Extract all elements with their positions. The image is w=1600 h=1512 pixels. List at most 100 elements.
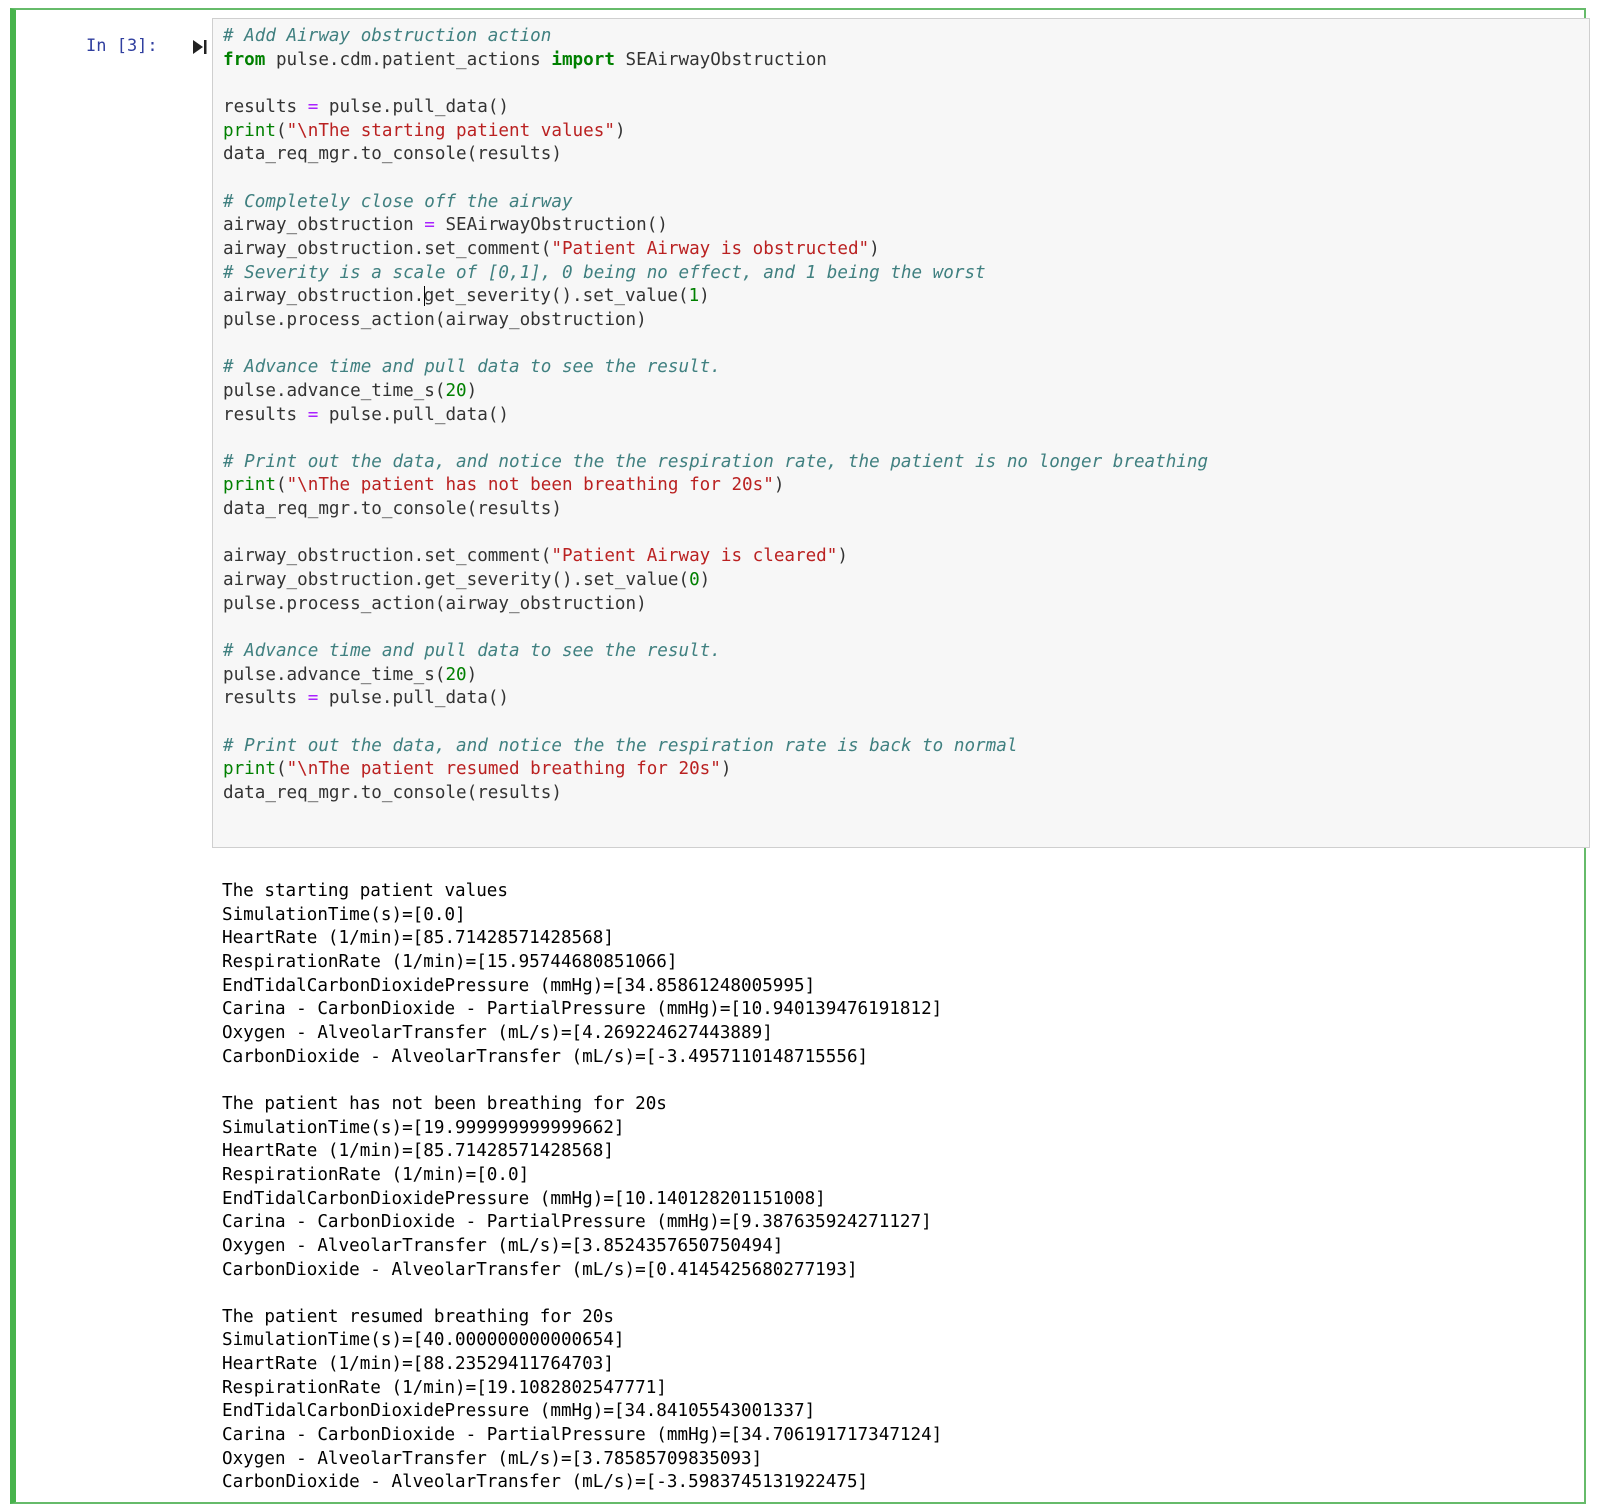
code-token: data_req_mgr.to_console(results) [223, 499, 562, 520]
code-line[interactable]: airway_obstruction = SEAirwayObstruction… [223, 214, 1208, 238]
code-token: pulse.pull_data() [318, 404, 510, 425]
code-token: pulse.process_action(airway_obstruction) [223, 309, 647, 330]
code-line[interactable]: pulse.process_action(airway_obstruction) [223, 309, 1208, 333]
code-line[interactable]: from pulse.cdm.patient_actions import SE… [223, 49, 1208, 73]
code-token: ) [773, 475, 785, 496]
code-token: pulse.advance_time_s( [223, 380, 446, 401]
code-token: ) [699, 286, 710, 307]
output-line: Oxygen - AlveolarTransfer (mL/s)=[3.8524… [222, 1235, 784, 1256]
code-token: pulse.cdm.patient_actions [265, 49, 552, 70]
code-token: # Add Airway obstruction action [223, 26, 552, 46]
code-line[interactable]: # Print out the data, and notice the the… [223, 451, 1208, 475]
code-line[interactable]: # Advance time and pull data to see the … [223, 640, 1208, 664]
output-blank-line [222, 1069, 942, 1093]
code-token: ) [869, 238, 880, 259]
code-token: ( [275, 475, 287, 496]
code-token: airway_obstruction [223, 215, 425, 236]
code-line[interactable]: pulse.advance_time_s(20) [223, 380, 1208, 404]
code-token: "Patient Airway is cleared" [551, 546, 838, 567]
code-line[interactable]: airway_obstruction.get_severity().set_va… [223, 285, 1208, 309]
output-line: The patient has not been breathing for 2… [222, 1093, 667, 1114]
code-line[interactable] [223, 167, 1208, 191]
code-token: results [223, 688, 308, 709]
code-token: SEAirwayObstruction() [434, 215, 668, 236]
code-line[interactable]: # Completely close off the airway [223, 191, 1208, 215]
code-token: = [307, 688, 319, 709]
code-token: results [223, 96, 308, 117]
output-line: The starting patient values [222, 881, 508, 901]
code-token: 20 [445, 664, 467, 685]
code-token: ( [275, 120, 287, 141]
run-cell-icon[interactable] [192, 38, 208, 56]
code-line[interactable] [223, 427, 1208, 451]
code-token: ) [837, 546, 848, 567]
code-line[interactable] [223, 72, 1208, 96]
code-token: = [307, 96, 319, 117]
code-token: print [223, 759, 276, 780]
output-line: SimulationTime(s)=[0.0] [222, 904, 466, 925]
output-line: HeartRate (1/min)=[88.23529411764703] [222, 1354, 614, 1375]
output-line: RespirationRate (1/min)=[0.0] [222, 1164, 530, 1185]
code-token: # Severity is a scale of [0,1], 0 being … [223, 262, 986, 283]
code-line[interactable] [223, 711, 1208, 735]
output-line: CarbonDioxide - AlveolarTransfer (mL/s)=… [222, 1472, 869, 1493]
code-line[interactable]: data_req_mgr.to_console(results) [223, 782, 1208, 806]
code-line[interactable]: pulse.process_action(airway_obstruction) [223, 593, 1208, 617]
code-token: pulse.pull_data() [318, 96, 510, 117]
code-line[interactable]: # Advance time and pull data to see the … [223, 356, 1208, 380]
code-token: ) [466, 380, 478, 401]
code-token: "\nThe patient resumed breathing for 20s… [286, 759, 721, 780]
cell-output: The starting patient values SimulationTim… [222, 880, 942, 1495]
code-line[interactable]: airway_obstruction.set_comment("Patient … [223, 545, 1208, 569]
output-line: EndTidalCarbonDioxidePressure (mmHg)=[34… [222, 1401, 816, 1422]
output-line: Oxygen - AlveolarTransfer (mL/s)=[4.2692… [222, 1022, 773, 1043]
code-token: # Print out the data, and notice the the… [223, 735, 1018, 756]
code-token: airway_obstruction.get_severity().set_va… [223, 570, 690, 591]
output-line: EndTidalCarbonDioxidePressure (mmHg)=[10… [222, 1188, 826, 1209]
code-token: airway_obstruction. [223, 286, 425, 307]
code-token: data_req_mgr.to_console(results) [223, 144, 562, 165]
code-editor[interactable]: # Add Airway obstruction action from puls… [212, 18, 1590, 848]
code-line[interactable]: print("\nThe starting patient values") [223, 120, 1208, 144]
output-line: The patient resumed breathing for 20s [222, 1306, 614, 1327]
code-line[interactable]: results = pulse.pull_data() [223, 404, 1208, 428]
code-line[interactable]: # Severity is a scale of [0,1], 0 being … [223, 262, 1208, 286]
code-token: "\nThe starting patient values" [286, 120, 615, 141]
code-line[interactable]: data_req_mgr.to_console(results) [223, 498, 1208, 522]
output-line: Carina - CarbonDioxide - PartialPressure… [222, 999, 943, 1020]
code-line[interactable] [223, 616, 1208, 640]
code-token: results [223, 404, 308, 425]
code-token: pulse.process_action(airway_obstruction) [223, 593, 647, 614]
output-line: SimulationTime(s)=[19.999999999999662] [222, 1117, 625, 1138]
code-token: # Completely close off the airway [223, 191, 573, 212]
code-token: = [307, 404, 319, 425]
output-line: Oxygen - AlveolarTransfer (mL/s)=[3.7858… [222, 1448, 763, 1469]
code-line[interactable]: pulse.advance_time_s(20) [223, 664, 1208, 688]
code-line[interactable]: print("\nThe patient has not been breath… [223, 474, 1208, 498]
code-token: get_severity().set_value( [423, 286, 689, 307]
code-token: print [223, 475, 276, 496]
code-token: from [223, 49, 266, 70]
code-token: # Advance time and pull data to see the … [223, 641, 721, 662]
code-line[interactable]: results = pulse.pull_data() [223, 96, 1208, 120]
code-line[interactable]: # Print out the data, and notice the the… [223, 735, 1208, 759]
code-token: 1 [688, 286, 700, 307]
code-line[interactable] [223, 522, 1208, 546]
code-token: ( [275, 759, 287, 780]
code-line[interactable]: airway_obstruction.set_comment("Patient … [223, 238, 1208, 262]
code-line[interactable] [223, 333, 1208, 357]
code-token: airway_obstruction.set_comment( [223, 546, 552, 567]
execution-prompt: In [3]: [86, 36, 158, 56]
code-token: ) [614, 120, 626, 141]
code-line[interactable]: airway_obstruction.get_severity().set_va… [223, 569, 1208, 593]
code-line[interactable]: # Add Airway obstruction action [223, 25, 1208, 49]
code-line[interactable]: results = pulse.pull_data() [223, 687, 1208, 711]
output-line: CarbonDioxide - AlveolarTransfer (mL/s)=… [222, 1046, 869, 1067]
notebook-code-cell[interactable]: In [3]: # Add Airway obstruction action f… [10, 8, 1590, 1504]
code-text[interactable]: # Add Airway obstruction action from puls… [223, 25, 1208, 806]
code-token: 20 [445, 380, 467, 401]
code-token: "Patient Airway is obstructed" [551, 238, 870, 259]
code-token: # Advance time and pull data to see the … [223, 357, 721, 378]
code-line[interactable]: print("\nThe patient resumed breathing f… [223, 758, 1208, 782]
code-line[interactable]: data_req_mgr.to_console(results) [223, 143, 1208, 167]
